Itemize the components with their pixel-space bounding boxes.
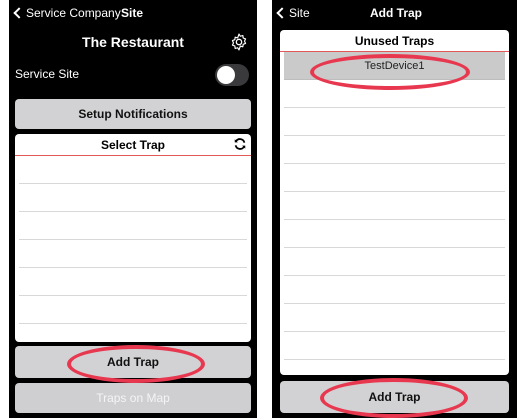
back-label: Service Company — [26, 6, 121, 20]
unused-traps-header: Unused Traps — [280, 30, 509, 52]
trap-list — [15, 156, 251, 342]
chevron-left-icon — [276, 7, 288, 19]
nav-title: Add Trap — [370, 6, 423, 20]
nav-title: Site — [121, 6, 144, 20]
service-site-label: Service Site — [15, 67, 80, 81]
list-item[interactable] — [284, 192, 505, 220]
unused-trap-list: TestDevice1 — [280, 52, 509, 360]
list-item[interactable] — [284, 248, 505, 276]
list-item[interactable] — [284, 164, 505, 192]
list-item[interactable] — [19, 268, 247, 296]
list-item[interactable] — [19, 184, 247, 212]
refresh-icon[interactable] — [233, 137, 247, 151]
add-trap-screen: Site Add Trap Unused Traps TestDevice1 A… — [272, 0, 517, 418]
service-site-toggle[interactable] — [215, 64, 249, 86]
back-button[interactable]: Service Company — [13, 6, 121, 20]
add-trap-button[interactable]: Add Trap — [280, 381, 509, 413]
list-item-selected[interactable]: TestDevice1 — [284, 52, 505, 80]
list-item[interactable] — [284, 108, 505, 136]
setup-notifications-button[interactable]: Setup Notifications — [15, 99, 251, 129]
list-item[interactable] — [19, 156, 247, 184]
select-trap-header: Select Trap — [15, 134, 251, 156]
site-screen: Service Company Site The Restaurant Serv… — [9, 0, 257, 418]
back-label: Site — [289, 6, 310, 20]
page-title: The Restaurant — [82, 34, 184, 50]
list-item[interactable] — [284, 304, 505, 332]
list-item[interactable] — [19, 296, 247, 324]
list-item[interactable] — [19, 240, 247, 268]
toggle-knob — [217, 66, 235, 84]
add-trap-button[interactable]: Add Trap — [15, 346, 251, 378]
back-button[interactable]: Site — [276, 6, 310, 20]
list-item[interactable] — [284, 332, 505, 360]
traps-on-map-button: Traps on Map — [15, 383, 251, 413]
select-trap-title: Select Trap — [100, 138, 166, 152]
select-trap-panel: Select Trap — [15, 134, 251, 342]
list-item[interactable] — [19, 324, 247, 342]
list-item[interactable] — [284, 80, 505, 108]
nav-bar: Service Company Site — [9, 0, 257, 28]
unused-traps-panel: Unused Traps TestDevice1 — [280, 30, 509, 375]
nav-bar: Site Add Trap — [272, 0, 517, 28]
chevron-left-icon — [13, 7, 25, 19]
list-item[interactable] — [284, 276, 505, 304]
list-item[interactable] — [19, 212, 247, 240]
gear-icon[interactable] — [229, 32, 249, 52]
list-item[interactable] — [284, 220, 505, 248]
list-item[interactable] — [284, 136, 505, 164]
